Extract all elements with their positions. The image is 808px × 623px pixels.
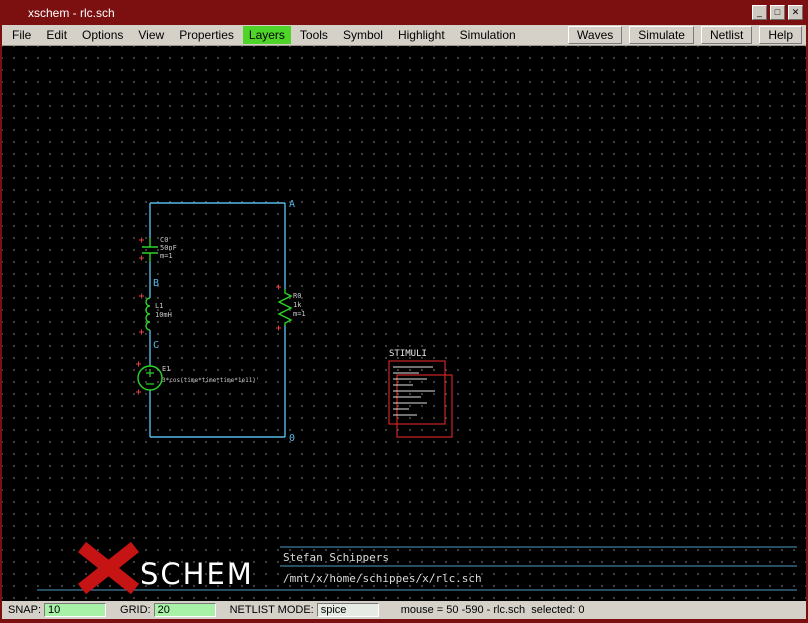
close-icon[interactable]: ✕ — [788, 5, 803, 20]
stimuli-text-lines — [393, 367, 435, 415]
title-block[interactable]: SCHEM Stefan Schippers /mnt/x/home/schip… — [37, 547, 797, 591]
capacitor-pin-marks — [139, 238, 144, 261]
component-capacitor[interactable]: C0 50nF m=1 — [139, 236, 177, 262]
mouse-status-text: mouse = 50 -590 - rlc.sch selected: 0 — [401, 604, 585, 616]
capacitor-ref: C0 — [160, 236, 168, 244]
source-polarity-marks — [146, 369, 154, 384]
resistor-value: 1k — [293, 301, 302, 309]
logo-text: SCHEM — [140, 557, 254, 591]
node-label-c[interactable]: C — [153, 340, 159, 351]
component-inductor[interactable]: L1 10mH — [139, 294, 172, 335]
menu-properties[interactable]: Properties — [173, 26, 240, 44]
window-title: xschem - rlc.sch — [0, 6, 752, 20]
snap-label: SNAP: — [8, 604, 41, 616]
grid-label: GRID: — [120, 604, 151, 616]
resistor-mult: m=1 — [293, 310, 306, 318]
titleblock-path: /mnt/x/home/schippes/x/rlc.sch — [283, 572, 482, 585]
capacitor-mult: m=1 — [160, 252, 173, 260]
netlist-button[interactable]: Netlist — [701, 26, 752, 44]
netlist-mode-label: NETLIST MODE: — [230, 604, 314, 616]
statusbar: SNAP: GRID: NETLIST MODE: mouse = 50 -59… — [2, 601, 806, 619]
simulate-button[interactable]: Simulate — [629, 26, 694, 44]
node-label-b[interactable]: B — [153, 278, 159, 289]
resistor-pin-marks — [276, 285, 281, 331]
waves-button[interactable]: Waves — [568, 26, 622, 44]
menu-edit[interactable]: Edit — [40, 26, 73, 44]
titlebar[interactable]: xschem - rlc.sch _ □ ✕ — [0, 0, 808, 25]
node-label-a[interactable]: A — [289, 199, 295, 210]
help-button[interactable]: Help — [759, 26, 802, 44]
menu-file[interactable]: File — [6, 26, 37, 44]
stimuli-label: STIMULI — [389, 349, 427, 359]
inductor-value: 10mH — [155, 311, 172, 319]
menu-symbol[interactable]: Symbol — [337, 26, 389, 44]
minimize-icon[interactable]: _ — [752, 5, 767, 20]
component-resistor[interactable]: R0 1k m=1 — [276, 285, 306, 331]
menu-highlight[interactable]: Highlight — [392, 26, 451, 44]
schematic-svg[interactable]: C0 50nF m=1 B L1 10mH C — [2, 46, 806, 601]
netlist-mode-input[interactable] — [317, 603, 379, 617]
resistor-ref: R0 — [293, 292, 301, 300]
source-ref: E1 — [162, 365, 170, 373]
snap-input[interactable] — [44, 603, 106, 617]
inductor-pin-marks — [139, 294, 144, 335]
grid-input[interactable] — [154, 603, 216, 617]
stimuli-block[interactable]: STIMULI — [389, 349, 452, 437]
maximize-icon[interactable]: □ — [770, 5, 785, 20]
window-controls: _ □ ✕ — [752, 5, 808, 20]
menu-view[interactable]: View — [132, 26, 170, 44]
component-source[interactable]: E1 3*cos(time*time*time*1e11)' — [136, 362, 260, 395]
inductor-ref: L1 — [155, 302, 163, 310]
menubar: File Edit Options View Properties Layers… — [2, 25, 806, 46]
xschem-window: xschem - rlc.sch _ □ ✕ File Edit Options… — [0, 0, 808, 623]
menu-simulation[interactable]: Simulation — [454, 26, 522, 44]
node-label-gnd[interactable]: 0 — [289, 433, 295, 444]
titleblock-author: Stefan Schippers — [283, 551, 389, 564]
menu-options[interactable]: Options — [76, 26, 129, 44]
source-value: 3*cos(time*time*time*1e11)' — [162, 377, 260, 384]
wire-net[interactable] — [150, 203, 285, 437]
xschem-logo-icon: SCHEM — [82, 547, 254, 591]
capacitor-value: 50nF — [160, 244, 177, 252]
menu-layers[interactable]: Layers — [243, 26, 291, 44]
drawing-canvas[interactable]: C0 50nF m=1 B L1 10mH C — [2, 46, 806, 601]
menu-tools[interactable]: Tools — [294, 26, 334, 44]
